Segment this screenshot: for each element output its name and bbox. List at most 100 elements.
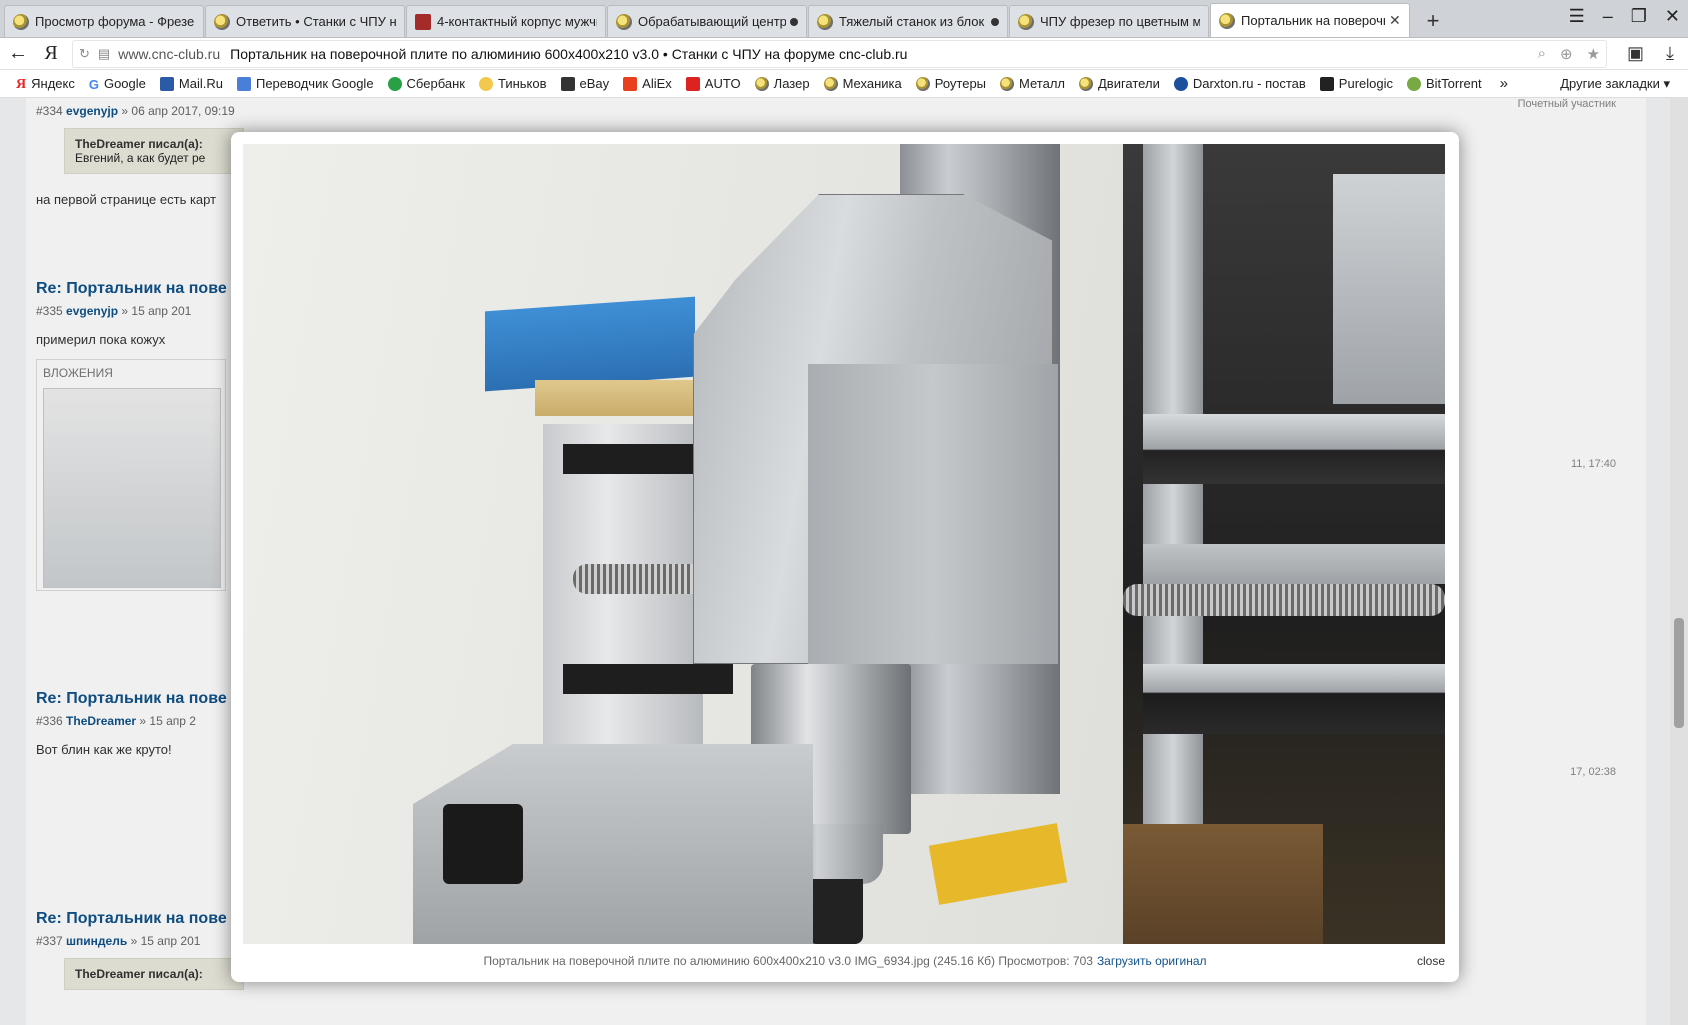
bookmarks-bar: Я Яндекс G Google Mail.Ru Переводчик Googl…	[0, 70, 1688, 98]
photo-box-floor	[1123, 824, 1323, 944]
caption-text: Портальник на поверочной плите по алюмин…	[483, 954, 1093, 968]
bookmark-purelogic[interactable]: Purelogic	[1319, 76, 1393, 91]
bookmark-aliex[interactable]: AliEx	[623, 76, 672, 91]
tab-4[interactable]: Тяжелый станок из блок	[808, 5, 1008, 37]
bookmark-label: Двигатели	[1098, 76, 1160, 91]
yandex-icon: Я	[16, 76, 27, 92]
mailru-icon	[159, 76, 174, 91]
address-bar[interactable]: ↻ ▤ www.cnc-club.ru Портальник на поверо…	[72, 39, 1608, 68]
bookmark-label: Сбербанк	[406, 76, 465, 91]
bookmark-laser[interactable]: Лазер	[754, 76, 810, 91]
lightbox-photo[interactable]	[243, 144, 1445, 944]
forum-favicon-icon	[214, 13, 230, 30]
tab-0[interactable]: Просмотр форума - Фрезер	[4, 5, 204, 37]
bookmark-label: eBay	[579, 76, 610, 91]
bookmark-label: AliEx	[642, 76, 672, 91]
image-lightbox: Портальник на поверочной плите по алюмин…	[231, 132, 1459, 982]
bookmark-google[interactable]: G Google	[88, 76, 146, 92]
address-domain: www.cnc-club.ru	[118, 45, 221, 62]
close-button[interactable]: close	[1417, 954, 1445, 968]
other-bookmarks-button[interactable]: Другие закладки ▾	[1560, 76, 1670, 92]
bookmark-yandex[interactable]: Я Яндекс	[16, 76, 75, 92]
tab-5[interactable]: ЧПУ фрезер по цветным ме	[1009, 5, 1209, 37]
tab-title: Тяжелый станок из блок	[839, 14, 985, 29]
reload-icon[interactable]: ↻	[79, 46, 90, 62]
bookmark-tinkoff[interactable]: Тиньков	[478, 76, 547, 91]
close-tab-icon[interactable]: ✕	[1389, 12, 1401, 29]
tab-strip: Просмотр форума - Фрезер Ответить • Стан…	[0, 0, 1688, 38]
bittorrent-icon	[1407, 76, 1421, 91]
bookmark-label: Darxton.ru - постав	[1192, 76, 1306, 91]
navigation-bar: ← Я ↻ ▤ www.cnc-club.ru Портальник на по…	[0, 38, 1688, 70]
download-original-link[interactable]: Загрузить оригинал	[1097, 954, 1207, 968]
sberbank-icon	[387, 76, 402, 91]
aliexpress-icon	[623, 76, 638, 91]
ebay-icon	[560, 76, 575, 91]
window-controls: ☰ – ❐ ✕	[1569, 6, 1680, 27]
unsaved-dot-icon	[790, 17, 798, 26]
new-tab-button[interactable]: +	[1417, 5, 1449, 37]
bookmark-translate[interactable]: Переводчик Google	[236, 76, 374, 91]
forum-favicon-icon	[616, 13, 632, 30]
page-info-icon[interactable]: ▤	[98, 46, 110, 62]
photo-side-plate	[543, 424, 703, 764]
bookmark-label: Лазер	[773, 76, 810, 91]
bookmark-label: Механика	[842, 76, 902, 91]
tab-6-active[interactable]: Портальник на поверочн ✕	[1210, 3, 1410, 37]
photo-rail-upper	[1143, 414, 1445, 484]
translate-icon	[236, 76, 251, 91]
tab-title: 4-контактный корпус мужчи	[437, 14, 597, 29]
bookmark-metal[interactable]: Металл	[1000, 76, 1065, 91]
photo-ballscrew-right	[1123, 584, 1445, 616]
tab-1[interactable]: Ответить • Станки с ЧПУ на	[205, 5, 405, 37]
extension-icon[interactable]: ▣	[1627, 43, 1644, 64]
bookmark-sberbank[interactable]: Сбербанк	[387, 76, 465, 91]
tab-title: Просмотр форума - Фрезер	[35, 14, 195, 29]
bookmark-label: Переводчик Google	[255, 76, 374, 91]
bookmark-motors[interactable]: Двигатели	[1079, 76, 1160, 91]
photo-shelf	[1333, 174, 1445, 404]
bookmarks-overflow-button[interactable]: »	[1500, 75, 1508, 92]
photo-cardboard-box	[535, 380, 695, 416]
bookmark-label: Яндекс	[31, 76, 75, 91]
bookmark-darxton[interactable]: Darxton.ru - постав	[1173, 76, 1306, 91]
shop-favicon-icon	[415, 13, 431, 30]
zoom-icon[interactable]: ⌕	[1538, 45, 1546, 63]
yandex-logo-icon[interactable]: Я	[36, 42, 66, 65]
back-button[interactable]: ←	[0, 42, 36, 65]
tinkoff-icon	[478, 76, 493, 91]
bookmark-label: Роутеры	[934, 76, 987, 91]
tab-3[interactable]: Обрабатывающий центр	[607, 5, 807, 37]
photo-rail-mid	[1143, 544, 1445, 584]
bookmark-ebay[interactable]: eBay	[560, 76, 610, 91]
restore-icon[interactable]: ❐	[1631, 6, 1647, 27]
menu-icon[interactable]: ☰	[1569, 6, 1585, 27]
bookmark-bittorrent[interactable]: BitTorrent	[1407, 76, 1482, 91]
bookmark-routers[interactable]: Роутеры	[915, 76, 987, 91]
bookmark-mailru[interactable]: Mail.Ru	[159, 76, 223, 91]
photo-cover-front	[808, 364, 1058, 664]
lightbox-caption: Портальник на поверочной плите по алюмин…	[243, 944, 1447, 978]
translate-icon[interactable]: ⊕	[1560, 45, 1573, 63]
tab-title: ЧПУ фрезер по цветным ме	[1040, 14, 1200, 29]
other-bookmarks-label: Другие закладки	[1560, 76, 1660, 91]
photo-rail-left	[563, 664, 733, 694]
close-window-icon[interactable]: ✕	[1665, 6, 1680, 27]
minimize-icon[interactable]: –	[1603, 6, 1613, 27]
bookmark-label: AUTO	[704, 76, 741, 91]
bookmark-auto[interactable]: AUTO	[685, 76, 741, 91]
unsaved-dot-icon	[991, 17, 999, 26]
tab-2[interactable]: 4-контактный корпус мужчи	[406, 5, 606, 37]
forum-favicon-icon	[13, 13, 29, 30]
toolbar-right: ▣ ⤓	[1613, 43, 1688, 64]
bookmark-mechanics[interactable]: Механика	[823, 76, 902, 91]
photo-collet	[808, 879, 863, 944]
bookmark-label: Металл	[1019, 76, 1065, 91]
forum-favicon-icon	[817, 13, 833, 30]
purelogic-icon	[1319, 76, 1334, 91]
folder-icon	[1000, 76, 1015, 91]
google-icon: G	[88, 76, 99, 92]
star-icon[interactable]: ★	[1587, 45, 1600, 63]
downloads-icon[interactable]: ⤓	[1666, 43, 1674, 64]
photo-motor	[443, 804, 523, 884]
